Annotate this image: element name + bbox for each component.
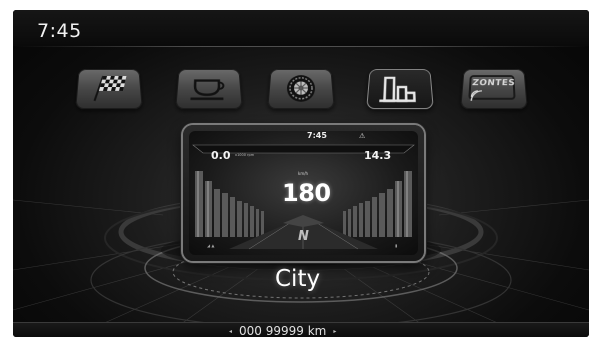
speed-unit: km/h: [298, 171, 309, 176]
tire-wheel-icon: [267, 69, 335, 109]
dashboard-clock: 7:45: [307, 131, 327, 140]
odometer-next-arrow[interactable]: ▸: [333, 328, 336, 335]
right-indicator-icon: ▮: [395, 243, 398, 248]
gear-indicator: N: [298, 229, 309, 244]
tire-button[interactable]: [267, 69, 335, 110]
dashboard-screen: 7:45 ⚠ 0.0 x1000 rpm 14.3 km/h 180 N ◢ ▲…: [189, 131, 418, 255]
dashboard-right-readout: 14.3: [364, 149, 392, 162]
odometer-prev-arrow[interactable]: ◂: [229, 328, 232, 335]
dashboard-left-readout: 0.0: [211, 149, 231, 162]
screen: 7:45 ZONTES 7:45 ⚠ 0.0 x1000 rpm 14.3 km…: [0, 0, 597, 337]
zontes-logo-text: ZONTES: [471, 78, 516, 88]
mode-name: City: [275, 266, 321, 292]
coffee-break-button[interactable]: [175, 69, 243, 110]
dashboard-left-unit: x1000 rpm: [235, 153, 255, 157]
dashboard-preview: 7:45 ⚠ 0.0 x1000 rpm 14.3 km/h 180 N ◢ ▲…: [183, 125, 424, 261]
zontes-button[interactable]: ZONTES: [460, 69, 528, 110]
city-buildings-icon: [366, 69, 434, 109]
odometer-value: 000 99999 km: [239, 324, 327, 337]
speed-readout: 180: [282, 179, 331, 207]
left-indicator-icon: ◢ ▲: [207, 243, 215, 248]
zontes-brand-icon: [460, 69, 528, 109]
race-flag-button[interactable]: [75, 69, 143, 110]
warning-triangle-icon: ⚠: [359, 132, 366, 140]
odometer-bar: ◂ 000 99999 km ▸: [13, 322, 589, 337]
city-mode-button[interactable]: [366, 69, 434, 110]
coffee-cup-icon: [175, 69, 243, 109]
instrument-panel: 7:45 ZONTES 7:45 ⚠ 0.0 x1000 rpm 14.3 km…: [13, 10, 589, 337]
race-flag-icon: [75, 69, 127, 109]
